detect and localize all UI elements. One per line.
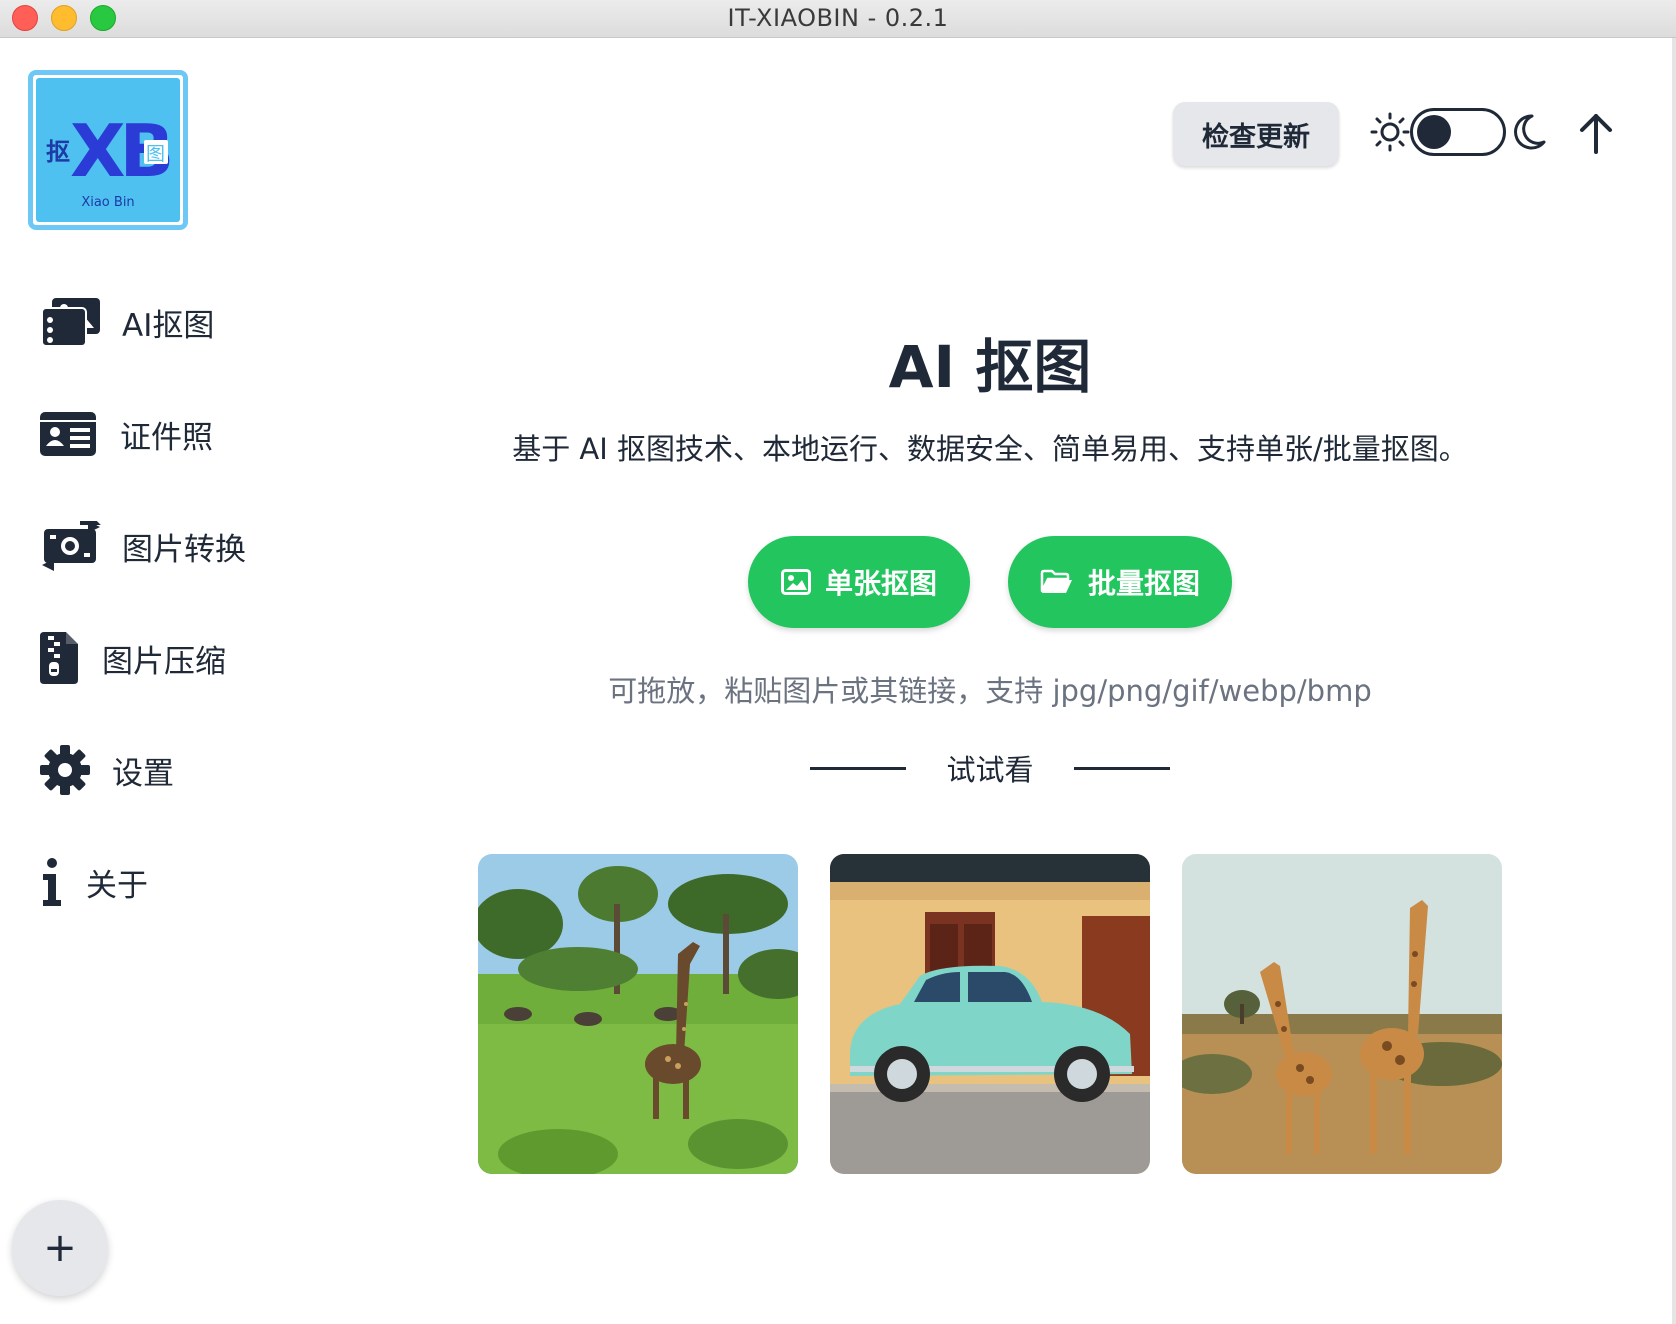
- sidebar-item-image-compress[interactable]: 图片压缩: [40, 626, 226, 690]
- gear-icon: [40, 745, 90, 795]
- logo-text-bottom: Xiao Bin: [81, 195, 134, 210]
- arrow-up-icon[interactable]: [1578, 112, 1614, 154]
- sample-image-giraffe[interactable]: [478, 854, 798, 1174]
- batch-cutout-label: 批量抠图: [1088, 562, 1200, 602]
- logo-text-right: 图: [146, 143, 165, 165]
- sidebar-item-label: 证件照: [120, 412, 213, 457]
- sidebar-item-image-convert[interactable]: 图片转换: [40, 514, 246, 578]
- divider-line: [810, 767, 906, 770]
- money-bill-transfer-icon: [40, 521, 102, 571]
- page-title: AI 抠图: [600, 320, 1380, 404]
- window-edge: [1672, 38, 1676, 1324]
- title-bar: IT-XIAOBIN - 0.2.1: [0, 0, 1676, 38]
- sidebar-item-label: 图片压缩: [102, 636, 226, 681]
- image-icon: [781, 569, 811, 595]
- logo-text-left: 抠: [46, 138, 70, 166]
- divider-line: [1074, 767, 1170, 770]
- page-description: 基于 AI 抠图技术、本地运行、数据安全、简单易用、支持单张/批量抠图。: [420, 426, 1560, 468]
- toggle-track[interactable]: [1410, 108, 1506, 156]
- sidebar-item-settings[interactable]: 设置: [40, 738, 174, 802]
- try-divider: 试试看: [810, 748, 1170, 788]
- sidebar-item-label: 设置: [112, 748, 174, 793]
- batch-cutout-button[interactable]: 批量抠图: [1008, 536, 1232, 628]
- id-card-icon: [40, 412, 96, 456]
- images-icon: [40, 296, 102, 348]
- app-logo: 抠 XB 图 Xiao Bin: [28, 70, 188, 230]
- try-label: 试试看: [946, 747, 1033, 789]
- sample-image-giraffes[interactable]: [1182, 854, 1502, 1174]
- check-update-button[interactable]: 检查更新: [1173, 102, 1339, 166]
- moon-icon: [1510, 112, 1546, 152]
- folder-open-icon: [1040, 569, 1074, 595]
- sun-icon: [1370, 112, 1410, 152]
- sidebar-item-ai-cutout[interactable]: AI抠图: [40, 290, 214, 354]
- sidebar-item-label: AI抠图: [122, 300, 214, 345]
- file-zipper-icon: [40, 632, 78, 684]
- sidebar-item-about[interactable]: 关于: [40, 850, 148, 914]
- info-icon: [40, 858, 64, 906]
- app-window: IT-XIAOBIN - 0.2.1 抠 XB 图 Xiao Bin: [0, 0, 1676, 1324]
- sidebar-item-label: 图片转换: [122, 524, 246, 569]
- toggle-knob: [1417, 115, 1451, 149]
- theme-toggle[interactable]: [1370, 100, 1550, 162]
- drop-hint: 可拖放，粘贴图片或其链接，支持 jpg/png/gif/webp/bmp: [420, 668, 1560, 710]
- add-button[interactable]: +: [12, 1200, 108, 1296]
- window-title: IT-XIAOBIN - 0.2.1: [0, 4, 1676, 32]
- sidebar-item-label: 关于: [86, 860, 148, 905]
- single-cutout-button[interactable]: 单张抠图: [748, 536, 970, 628]
- sample-image-car[interactable]: [830, 854, 1150, 1174]
- sidebar-item-id-photo[interactable]: 证件照: [40, 402, 213, 466]
- single-cutout-label: 单张抠图: [825, 562, 937, 602]
